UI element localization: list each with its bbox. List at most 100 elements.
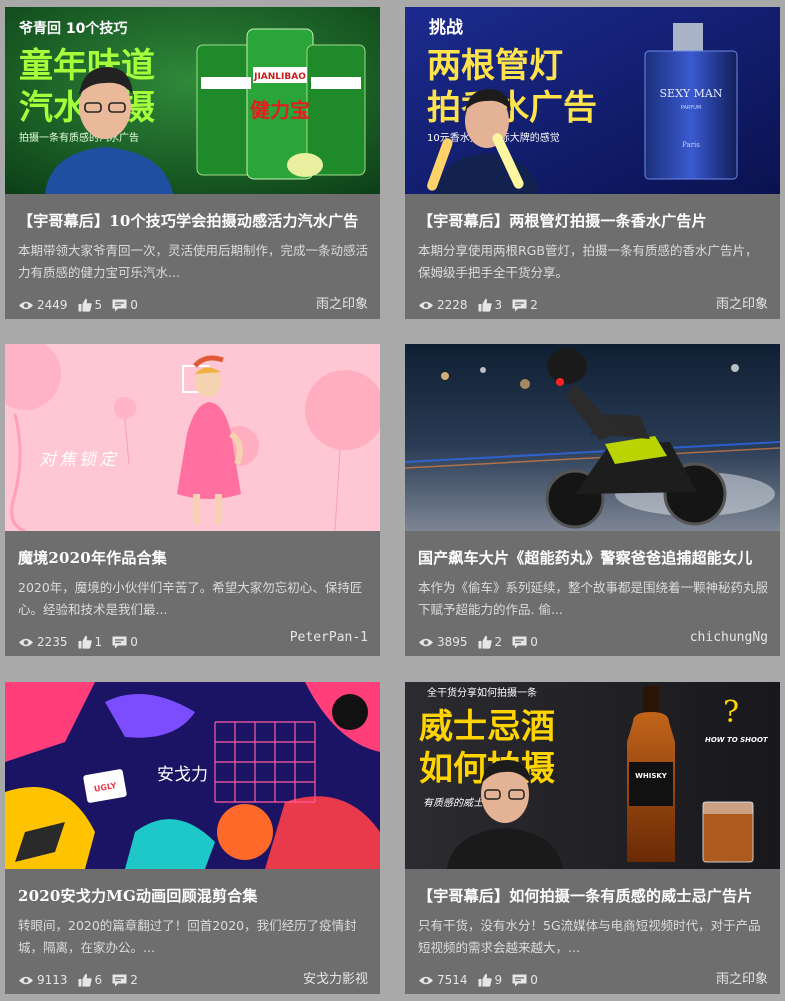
- comment-icon: [512, 636, 527, 648]
- comment-icon: [112, 299, 127, 311]
- thumb-tag-text: 爷青回 10个技巧: [19, 20, 127, 37]
- video-stats: 2449 5 0: [18, 298, 148, 312]
- like-count-value: 3: [494, 298, 503, 312]
- video-stats: 2235 1 0: [18, 635, 148, 649]
- view-count: 3895: [418, 635, 468, 649]
- view-count-value: 9113: [37, 973, 68, 987]
- eye-icon: [19, 638, 33, 646]
- perfume-sub-text: PARFUM: [681, 105, 701, 111]
- author-name[interactable]: 雨之印象: [716, 293, 768, 312]
- video-thumbnail[interactable]: 爷青回 10个技巧 童年味道 汽水拍摄 拍摄一条有质感的汽水广告 JIANLIB…: [5, 7, 380, 194]
- view-count-value: 7514: [437, 973, 468, 987]
- author-name[interactable]: 雨之印象: [316, 293, 368, 312]
- view-count: 2228: [418, 298, 468, 312]
- comment-count[interactable]: 0: [512, 635, 538, 649]
- thumbs-up-icon: [478, 973, 492, 987]
- video-description: 2020年，魔境的小伙伴们辛苦了。希望大家勿忘初心、保持匠心。经验和技术是我们最…: [18, 580, 363, 617]
- video-title[interactable]: 【宇哥幕后】如何拍摄一条有质感的威士忌广告片: [418, 885, 768, 906]
- video-stats: 3895 2 0: [418, 635, 548, 649]
- view-count-value: 2449: [37, 298, 68, 312]
- soda-cans-image: JIANLIBAO 健力宝: [196, 28, 366, 180]
- video-card[interactable]: 爷青回 10个技巧 童年味道 汽水拍摄 拍摄一条有质感的汽水广告 JIANLIB…: [5, 7, 380, 319]
- video-stats: 9113 6 2: [18, 973, 148, 987]
- video-card[interactable]: 国产飙车大片《超能药丸》警察爸爸追捕超能女儿 本作为《偷车》系列延续，整个故事都…: [405, 344, 780, 656]
- thumbs-up-icon: [478, 635, 492, 649]
- thumb-tag-text: 挑战: [429, 17, 463, 38]
- video-thumbnail[interactable]: 对焦锁定: [5, 344, 380, 531]
- view-count-value: 2235: [37, 635, 68, 649]
- view-count-value: 3895: [437, 635, 468, 649]
- video-description: 本期分享使用两根RGB管灯，拍摄一条有质感的香水广告片，保姆级手把手全干货分享。: [418, 243, 758, 280]
- can-brand-cn: 健力宝: [250, 98, 310, 122]
- thumbs-up-icon: [478, 298, 492, 312]
- comment-icon: [512, 974, 527, 986]
- video-card[interactable]: 挑战 两根管灯 拍香水广告 10元香水拍出国际大牌的感觉 SEXY MAN PA…: [405, 7, 780, 319]
- video-thumbnail[interactable]: 全干货分享如何拍摄一条 威士忌酒 如何拍摄 有质感的威士忌广告片 HOW TO …: [405, 682, 780, 869]
- video-description: 只有干货，没有水分！5G流媒体与电商短视频时代，对于产品短视频的需求会越来越大，…: [418, 918, 761, 955]
- like-count[interactable]: 5: [78, 298, 103, 312]
- video-stats: 7514 9 0: [418, 973, 548, 987]
- video-card[interactable]: UGLY 安戈力 2020安戈力MG动画回顾混剪合集 转眼间，2020的篇章翻过…: [5, 682, 380, 994]
- comment-count-value: 2: [130, 973, 138, 987]
- eye-icon: [19, 976, 33, 984]
- comment-icon: [112, 974, 127, 986]
- like-count[interactable]: 2: [478, 635, 502, 649]
- like-count-value: 6: [94, 973, 103, 987]
- thumbs-up-icon: [78, 298, 92, 312]
- video-card[interactable]: 对焦锁定 魔境2020年作品合集 2020年，魔境的小伙伴们辛苦了。希望大家勿忘…: [5, 344, 380, 656]
- whisky-brand-text: WHISKY: [635, 772, 668, 780]
- author-name[interactable]: 雨之印象: [716, 968, 768, 987]
- video-card[interactable]: 全干货分享如何拍摄一条 威士忌酒 如何拍摄 有质感的威士忌广告片 HOW TO …: [405, 682, 780, 994]
- video-thumbnail[interactable]: [405, 344, 780, 531]
- perfume-brand-text: SEXY MAN: [660, 87, 723, 100]
- comment-count-value: 0: [530, 635, 538, 649]
- like-count[interactable]: 1: [78, 635, 103, 649]
- comment-count-value: 0: [130, 298, 138, 312]
- thumb-side-text: HOW TO SHOOT: [705, 736, 769, 744]
- thumb-logo-text: 安戈力: [157, 765, 208, 785]
- like-count-value: 1: [94, 635, 103, 649]
- comment-count[interactable]: 0: [112, 298, 138, 312]
- eye-icon: [19, 301, 33, 309]
- comment-icon: [112, 636, 127, 648]
- video-title[interactable]: 【宇哥幕后】两根管灯拍摄一条香水广告片: [418, 210, 768, 231]
- video-title[interactable]: 2020安戈力MG动画回顾混剪合集: [18, 885, 368, 906]
- comment-count-value: 0: [130, 635, 138, 649]
- eye-icon: [419, 301, 433, 309]
- comment-count[interactable]: 0: [112, 635, 138, 649]
- like-count-value: 9: [494, 973, 503, 987]
- view-count: 2449: [18, 298, 68, 312]
- video-thumbnail[interactable]: UGLY 安戈力: [5, 682, 380, 869]
- video-grid: 爷青回 10个技巧 童年味道 汽水拍摄 拍摄一条有质感的汽水广告 JIANLIB…: [0, 0, 785, 1001]
- view-count: 7514: [418, 973, 468, 987]
- thumb-caption: 对焦锁定: [39, 450, 119, 470]
- author-name[interactable]: 安戈力影视: [303, 968, 368, 987]
- comment-count-value: 2: [530, 298, 538, 312]
- can-brand-text: JIANLIBAO: [253, 72, 306, 82]
- view-count: 2235: [18, 635, 68, 649]
- thumb-tag-text: 全干货分享如何拍摄一条: [427, 686, 537, 699]
- eye-icon: [419, 638, 433, 646]
- comment-count[interactable]: 2: [512, 298, 538, 312]
- thumb-headline-1: 威士忌酒: [419, 707, 555, 747]
- video-title[interactable]: 【宇哥幕后】10个技巧学会拍摄动感活力汽水广告: [18, 210, 368, 231]
- video-thumbnail[interactable]: 挑战 两根管灯 拍香水广告 10元香水拍出国际大牌的感觉 SEXY MAN PA…: [405, 7, 780, 194]
- video-title[interactable]: 魔境2020年作品合集: [18, 547, 368, 568]
- comment-count[interactable]: 0: [512, 973, 538, 987]
- video-description: 本作为《偷车》系列延续，整个故事都是围绕着一颗神秘药丸服下赋予超能力的作品. 偷…: [418, 580, 768, 617]
- like-count[interactable]: 3: [478, 298, 503, 312]
- video-description: 本期带领大家爷青回一次，灵活使用后期制作，完成一条动感活力有质感的健力宝可乐汽水…: [18, 243, 368, 280]
- eye-icon: [419, 976, 433, 984]
- author-name[interactable]: chichungNg: [690, 630, 768, 645]
- comment-count[interactable]: 2: [112, 973, 138, 987]
- thumbs-up-icon: [78, 635, 92, 649]
- like-count[interactable]: 6: [78, 973, 103, 987]
- video-title[interactable]: 国产飙车大片《超能药丸》警察爸爸追捕超能女儿: [418, 547, 768, 568]
- view-count: 9113: [18, 973, 68, 987]
- author-name[interactable]: PeterPan-1: [290, 630, 368, 645]
- question-mark-icon: ?: [723, 695, 739, 730]
- comment-count-value: 0: [530, 973, 538, 987]
- like-count[interactable]: 9: [478, 973, 503, 987]
- video-stats: 2228 3 2: [418, 298, 548, 312]
- like-count-value: 5: [94, 298, 103, 312]
